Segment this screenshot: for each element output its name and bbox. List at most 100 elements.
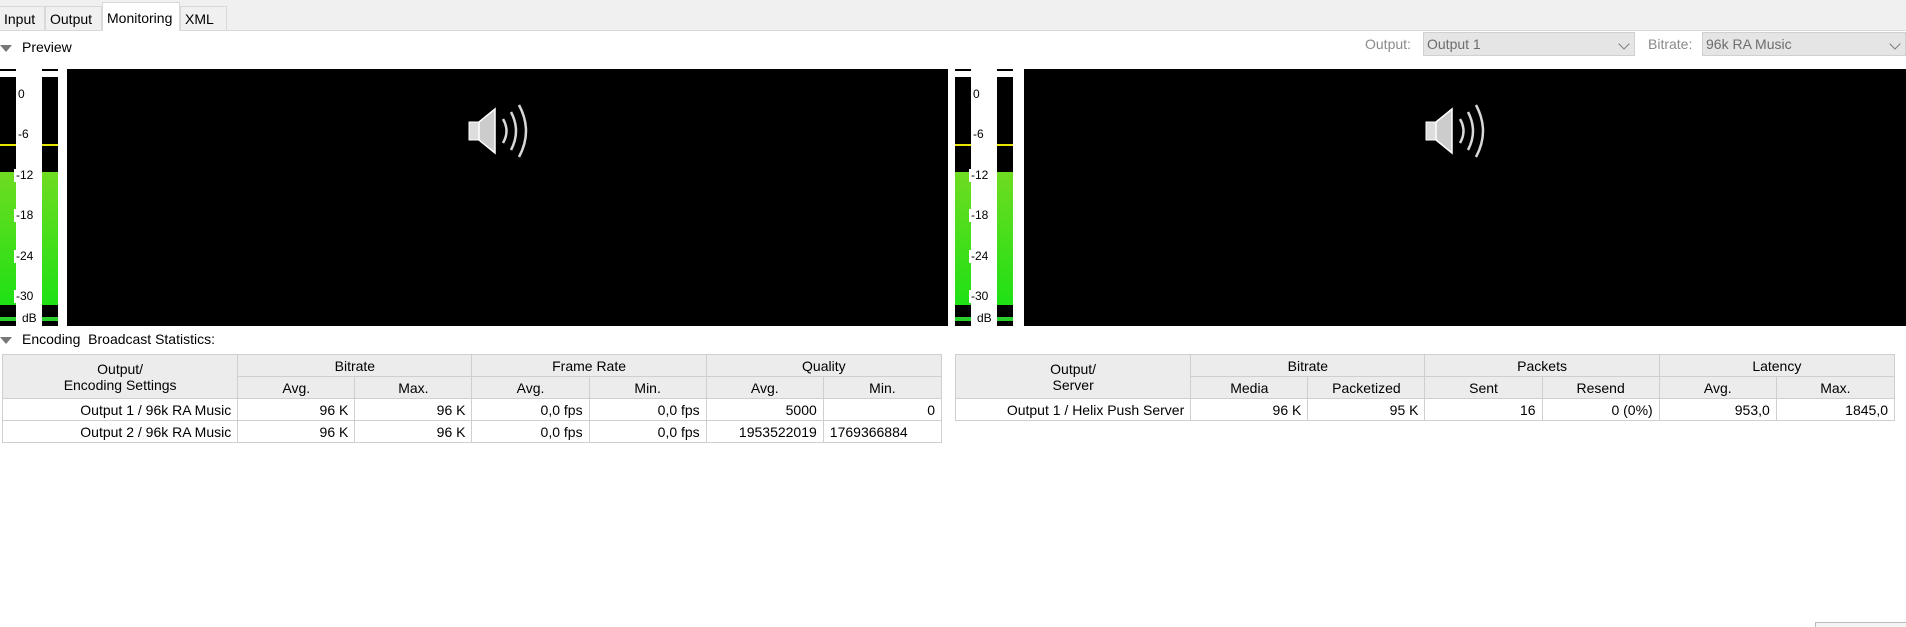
sub-header: Avg. bbox=[237, 376, 356, 399]
table-cell: 0,0 fps bbox=[588, 420, 707, 443]
tab-input[interactable]: Input bbox=[0, 6, 45, 30]
bitrate-label: Bitrate: bbox=[1648, 36, 1693, 52]
table-cell: 0,0 fps bbox=[471, 398, 590, 421]
sub-header: Min. bbox=[822, 376, 943, 399]
meter-tick: -18 bbox=[969, 208, 991, 222]
chevron-down-icon bbox=[1618, 38, 1630, 50]
meter-tick: -24 bbox=[14, 249, 36, 263]
meter-tick: -6 bbox=[971, 127, 986, 141]
meter-channel-right bbox=[997, 69, 1013, 326]
group-header: Bitrate bbox=[237, 354, 473, 377]
sub-header: Sent bbox=[1424, 376, 1543, 399]
meter-peak bbox=[0, 71, 16, 77]
meter-threshold bbox=[955, 144, 971, 146]
audio-level-meter: 0 -6 -12 -18 -24 -30 dB bbox=[955, 69, 1021, 326]
meter-peak bbox=[955, 71, 971, 77]
sub-header: Resend bbox=[1541, 376, 1660, 399]
collapse-triangle-icon bbox=[0, 44, 12, 52]
group-header: Quality bbox=[705, 354, 943, 377]
server-stats-table: Output/ Server Bitrate Packets Latency M… bbox=[954, 354, 1896, 421]
meter-channel-right bbox=[42, 69, 58, 326]
encoding-stats-table: Output/ Encoding Settings Bitrate Frame … bbox=[1, 354, 943, 443]
table-row: Output 1 / Helix Push Server 96 K 95 K 1… bbox=[954, 398, 1896, 421]
table-cell: 953,0 bbox=[1658, 398, 1777, 421]
sub-header: Avg. bbox=[471, 376, 590, 399]
meter-floor bbox=[997, 317, 1013, 321]
stats-section-toggle[interactable]: Encoding Broadcast Statistics: bbox=[0, 331, 215, 347]
table-cell: 0 (0%) bbox=[1541, 398, 1660, 421]
meter-tick: -30 bbox=[14, 289, 36, 303]
table-cell: 96 K bbox=[354, 420, 473, 443]
meter-level bbox=[42, 172, 58, 305]
preview-title: Preview bbox=[22, 39, 72, 55]
output-select-value: Output 1 bbox=[1427, 36, 1481, 52]
meter-peak bbox=[42, 71, 58, 77]
meter-tick: -12 bbox=[969, 168, 991, 182]
table-cell: Output 1 / 96k RA Music bbox=[1, 398, 239, 421]
meter-level bbox=[955, 172, 971, 305]
table-cell: 96 K bbox=[354, 398, 473, 421]
table-cell: 96 K bbox=[1190, 398, 1309, 421]
group-header: Packets bbox=[1424, 354, 1660, 377]
tab-bar: Input Output Monitoring XML bbox=[0, 0, 1906, 31]
header-line: Server bbox=[1052, 376, 1094, 393]
tab-xml[interactable]: XML bbox=[180, 6, 227, 30]
table-cell: 0 bbox=[822, 398, 943, 421]
group-header: Frame Rate bbox=[471, 354, 707, 377]
tab-monitoring[interactable]: Monitoring bbox=[102, 2, 180, 31]
meter-tick: 0 bbox=[971, 87, 982, 101]
sub-header: Packetized bbox=[1307, 376, 1426, 399]
meter-unit-label: dB bbox=[977, 311, 992, 325]
meter-channel-left bbox=[955, 69, 971, 326]
meter-tick: -12 bbox=[14, 168, 36, 182]
table-cell: 16 bbox=[1424, 398, 1543, 421]
meter-tick: 0 bbox=[16, 87, 27, 101]
table-cell: 1953522019 bbox=[705, 420, 824, 443]
table-cell: 1845,0 bbox=[1775, 398, 1896, 421]
tab-output[interactable]: Output bbox=[45, 6, 102, 30]
sub-header: Max. bbox=[354, 376, 473, 399]
speaker-icon bbox=[468, 104, 528, 158]
meter-tick: -18 bbox=[14, 208, 36, 222]
table-row: Output 2 / 96k RA Music 96 K 96 K 0,0 fp… bbox=[1, 420, 943, 443]
table-cell: 96 K bbox=[237, 420, 356, 443]
sub-header: Min. bbox=[588, 376, 707, 399]
table-cell: 0,0 fps bbox=[588, 398, 707, 421]
chevron-down-icon bbox=[1889, 38, 1901, 50]
bitrate-select-value: 96k RA Music bbox=[1706, 36, 1792, 52]
stats-title: Encoding Broadcast Statistics: bbox=[22, 331, 215, 347]
header-line: Output/ bbox=[1050, 360, 1097, 377]
meter-floor bbox=[955, 317, 971, 321]
meter-unit-label: dB bbox=[22, 311, 37, 325]
column-header-output: Output/ Server bbox=[954, 354, 1192, 399]
meter-level bbox=[0, 172, 16, 305]
table-cell: 5000 bbox=[705, 398, 824, 421]
header-line: Output/ bbox=[97, 360, 144, 377]
table-cell: Output 2 / 96k RA Music bbox=[1, 420, 239, 443]
resize-grip[interactable] bbox=[1815, 622, 1906, 627]
table-cell: 0,0 fps bbox=[471, 420, 590, 443]
header-line: Encoding Settings bbox=[63, 376, 177, 393]
meter-tick: -6 bbox=[16, 127, 31, 141]
meter-threshold bbox=[42, 144, 58, 146]
meter-floor bbox=[42, 317, 58, 321]
meter-peak bbox=[997, 71, 1013, 77]
sub-header: Avg. bbox=[1658, 376, 1777, 399]
collapse-triangle-icon bbox=[0, 336, 12, 344]
meter-floor bbox=[0, 317, 16, 321]
sub-header: Max. bbox=[1775, 376, 1896, 399]
output-label: Output: bbox=[1365, 36, 1411, 52]
preview-section-toggle[interactable]: Preview bbox=[0, 39, 72, 55]
meter-threshold bbox=[0, 144, 16, 146]
meter-tick: -30 bbox=[969, 289, 991, 303]
table-cell: 1769366884 bbox=[822, 420, 943, 443]
meter-tick: -24 bbox=[969, 249, 991, 263]
meter-threshold bbox=[997, 144, 1013, 146]
table-cell: 95 K bbox=[1307, 398, 1426, 421]
sub-header: Media bbox=[1190, 376, 1309, 399]
table-cell: 96 K bbox=[237, 398, 356, 421]
bitrate-select[interactable]: 96k RA Music bbox=[1702, 32, 1906, 56]
group-header: Latency bbox=[1658, 354, 1896, 377]
column-header-output: Output/ Encoding Settings bbox=[1, 354, 239, 399]
output-select[interactable]: Output 1 bbox=[1423, 32, 1635, 56]
